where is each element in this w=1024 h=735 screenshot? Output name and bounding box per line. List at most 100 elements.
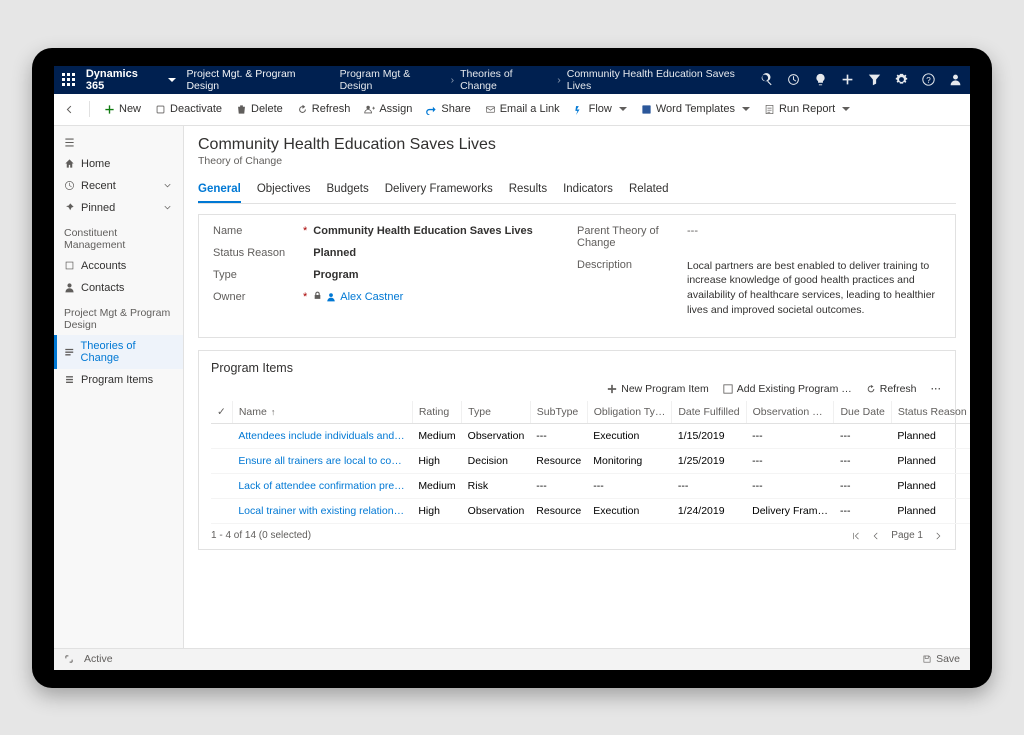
- status-bar: Active Save: [54, 648, 970, 670]
- filter-icon[interactable]: [868, 73, 881, 86]
- cell-obligation: ---: [587, 474, 672, 499]
- col-name[interactable]: Name↑: [232, 401, 412, 424]
- app-area-label[interactable]: Project Mgt. & Program Design: [186, 68, 329, 92]
- cell-type: Decision: [462, 449, 531, 474]
- cell-name[interactable]: Lack of attendee confirmation pre-sessio…: [232, 474, 412, 499]
- tab-related[interactable]: Related: [629, 177, 669, 203]
- col-subtype[interactable]: SubType: [530, 401, 587, 424]
- table-row[interactable]: Ensure all trainers are local to context…: [211, 449, 970, 474]
- col-status-reason[interactable]: Status Reason: [891, 401, 970, 424]
- new-button[interactable]: New: [104, 103, 141, 115]
- cell-status-reason: Planned: [891, 499, 970, 524]
- deactivate-button[interactable]: Deactivate: [155, 103, 222, 115]
- field-value-description[interactable]: Local partners are best enabled to deliv…: [687, 259, 941, 318]
- person-icon[interactable]: [949, 73, 962, 86]
- form-tabs: General Objectives Budgets Delivery Fram…: [198, 177, 956, 204]
- required-indicator: *: [303, 291, 307, 303]
- tab-budgets[interactable]: Budgets: [327, 177, 369, 203]
- back-icon[interactable]: [64, 104, 75, 115]
- breadcrumb-item[interactable]: Program Mgt & Design: [340, 68, 445, 92]
- sidebar-item-recent[interactable]: Recent: [54, 175, 183, 197]
- cell-due-date: ---: [834, 424, 891, 449]
- field-value-parent[interactable]: ---: [687, 225, 698, 249]
- sidebar-item-contacts[interactable]: Contacts: [54, 277, 183, 299]
- cell-rating: Medium: [412, 474, 461, 499]
- chevron-down-icon[interactable]: [162, 180, 173, 191]
- task-icon[interactable]: [787, 73, 800, 86]
- cell-date-fulfilled: 1/24/2019: [672, 499, 746, 524]
- cell-name[interactable]: Ensure all trainers are local to context…: [232, 449, 412, 474]
- col-select[interactable]: ✓: [211, 401, 232, 424]
- save-button[interactable]: Save: [922, 653, 960, 665]
- gear-icon[interactable]: [895, 73, 908, 86]
- sidebar-item-accounts[interactable]: Accounts: [54, 255, 183, 277]
- expand-icon[interactable]: [64, 654, 74, 664]
- field-label-status-reason: Status Reason: [213, 247, 303, 259]
- cell-status-reason: Planned: [891, 424, 970, 449]
- delete-button[interactable]: Delete: [236, 103, 283, 115]
- breadcrumb-item[interactable]: Theories of Change: [460, 68, 551, 92]
- run-report-button[interactable]: Run Report: [764, 103, 850, 115]
- sidebar-section-header: Constituent Management: [54, 219, 183, 255]
- col-due-date[interactable]: Due Date: [834, 401, 891, 424]
- flow-button[interactable]: Flow: [574, 103, 627, 115]
- cell-status-reason: Planned: [891, 449, 970, 474]
- sidebar-item-pinned[interactable]: Pinned: [54, 197, 183, 219]
- add-existing-button[interactable]: Add Existing Program …: [723, 383, 852, 395]
- help-icon[interactable]: ?: [922, 73, 935, 86]
- sidebar-item-program-items[interactable]: Program Items: [54, 369, 183, 391]
- sidebar-item-theories[interactable]: Theories of Change: [54, 335, 183, 369]
- app-launcher-icon[interactable]: [62, 73, 76, 87]
- tab-delivery-frameworks[interactable]: Delivery Frameworks: [385, 177, 493, 203]
- table-row[interactable]: Lack of attendee confirmation pre-sessio…: [211, 474, 970, 499]
- table-row[interactable]: Attendees include individuals and educat…: [211, 424, 970, 449]
- cell-name[interactable]: Attendees include individuals and educat…: [232, 424, 412, 449]
- top-nav-bar: Dynamics 365 Project Mgt. & Program Desi…: [54, 66, 970, 94]
- cell-date-fulfilled: 1/15/2019: [672, 424, 746, 449]
- field-value-name[interactable]: Community Health Education Saves Lives: [313, 225, 532, 237]
- tab-indicators[interactable]: Indicators: [563, 177, 613, 203]
- sidebar-collapse-button[interactable]: [54, 132, 183, 153]
- col-date-fulfilled[interactable]: Date Fulfilled: [672, 401, 746, 424]
- table-row[interactable]: Local trainer with existing relationship…: [211, 499, 970, 524]
- sidebar-label: Theories of Change: [81, 340, 173, 364]
- chevron-down-icon[interactable]: [162, 202, 173, 213]
- lightbulb-icon[interactable]: [814, 73, 827, 86]
- field-value-owner[interactable]: Alex Castner: [326, 291, 403, 303]
- col-observation[interactable]: Observation …: [746, 401, 834, 424]
- chevron-down-icon[interactable]: [168, 78, 176, 82]
- next-page-icon[interactable]: [933, 531, 943, 541]
- tab-results[interactable]: Results: [509, 177, 547, 203]
- tab-objectives[interactable]: Objectives: [257, 177, 311, 203]
- sort-asc-icon: ↑: [271, 407, 276, 417]
- prev-page-icon[interactable]: [871, 531, 881, 541]
- more-commands-button[interactable]: ⋯: [931, 383, 944, 395]
- field-value-status-reason[interactable]: Planned: [313, 247, 356, 259]
- tab-general[interactable]: General: [198, 177, 241, 203]
- col-type[interactable]: Type: [462, 401, 531, 424]
- search-icon[interactable]: [760, 73, 773, 86]
- subgrid-title: Program Items: [211, 361, 943, 375]
- sidebar-item-home[interactable]: Home: [54, 153, 183, 175]
- word-templates-button[interactable]: Word Templates: [641, 103, 750, 115]
- first-page-icon[interactable]: [851, 531, 861, 541]
- cell-name[interactable]: Local trainer with existing relationship…: [232, 499, 412, 524]
- cell-date-fulfilled: 1/25/2019: [672, 449, 746, 474]
- new-program-item-button[interactable]: New Program Item: [607, 383, 709, 395]
- refresh-subgrid-button[interactable]: Refresh: [866, 383, 917, 395]
- cell-due-date: ---: [834, 474, 891, 499]
- cell-observation: ---: [746, 424, 834, 449]
- form-section-general: Name * Community Health Education Saves …: [198, 214, 956, 339]
- assign-button[interactable]: Assign: [364, 103, 412, 115]
- field-value-type[interactable]: Program: [313, 269, 358, 281]
- breadcrumb-item[interactable]: Community Health Education Saves Lives: [567, 68, 760, 92]
- col-rating[interactable]: Rating: [412, 401, 461, 424]
- program-items-table: ✓ Name↑ Rating Type SubType Obligation T…: [211, 401, 970, 524]
- email-link-button[interactable]: Email a Link: [485, 103, 560, 115]
- brand-name[interactable]: Dynamics 365: [86, 68, 159, 92]
- share-button[interactable]: Share: [426, 103, 470, 115]
- refresh-button[interactable]: Refresh: [297, 103, 351, 115]
- cell-date-fulfilled: ---: [672, 474, 746, 499]
- plus-icon[interactable]: [841, 73, 854, 86]
- col-obligation[interactable]: Obligation Ty…: [587, 401, 672, 424]
